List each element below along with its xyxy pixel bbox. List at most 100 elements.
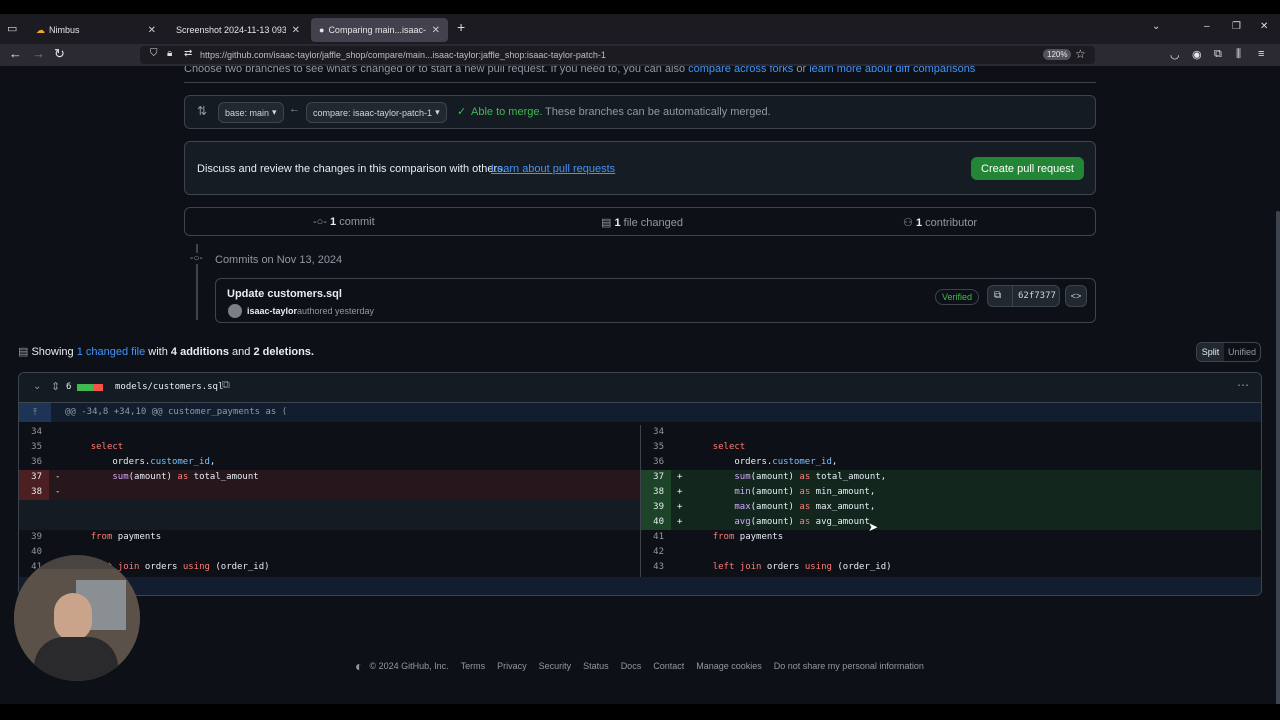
footer-link-cookies[interactable]: Manage cookies (696, 661, 762, 671)
expand-up-icon[interactable]: ⤒ (19, 403, 51, 422)
tab-comparing[interactable]: ● Comparing main...isaac-taylor ✕ (311, 18, 448, 42)
github-logo-icon[interactable]: ◐ (355, 658, 363, 674)
create-pr-box: Discuss and review the changes in this c… (184, 141, 1096, 195)
footer-link-do-not-share[interactable]: Do not share my personal information (774, 661, 924, 671)
close-icon[interactable]: ✕ (292, 25, 300, 36)
tab-list-icon[interactable]: ▭ (7, 22, 17, 35)
line-number[interactable]: 40 (19, 545, 49, 560)
line-number[interactable]: 36 (19, 455, 49, 470)
forward-arrow-icon[interactable]: → (32, 46, 45, 61)
line-number[interactable]: 39 (641, 500, 671, 515)
compare-across-forks-link[interactable]: compare across forks (688, 66, 793, 75)
back-arrow-icon[interactable]: ← (9, 46, 22, 61)
chevron-down-icon[interactable]: ⌄ (1152, 21, 1160, 32)
minimize-icon[interactable]: – (1204, 21, 1210, 32)
footer-link-docs[interactable]: Docs (621, 661, 642, 671)
line-number[interactable]: 35 (19, 440, 49, 455)
commit-sha-link[interactable]: 62f7377 (1018, 291, 1056, 301)
compare-branch-label: compare: isaac-taylor-patch-1 (313, 107, 433, 118)
pocket-icon[interactable]: ◡ (1170, 48, 1180, 61)
expand-all-icon[interactable]: ⇕ (51, 380, 60, 393)
line-number[interactable]: 42 (641, 545, 671, 560)
file-diff: ⌄ ⇕ 6 models/customers.sql ⧉ ⋯ ⤒ @@ -34,… (18, 372, 1262, 596)
puzzle-icon[interactable]: ⧉ (1214, 48, 1222, 61)
avatar[interactable] (228, 304, 242, 318)
footer: ◐ © 2024 GitHub, Inc. Terms Privacy Secu… (355, 658, 924, 674)
browse-code-icon[interactable]: <> (1065, 285, 1087, 307)
footer-link-privacy[interactable]: Privacy (497, 661, 527, 671)
tab-label: Comparing main...isaac-taylor (328, 25, 425, 35)
line-number[interactable]: 41 (641, 530, 671, 545)
library-icon[interactable]: ⫼ (1236, 48, 1241, 61)
menu-icon[interactable]: ≡ (1258, 48, 1264, 60)
kebab-menu-icon[interactable]: ⋯ (1237, 378, 1249, 392)
footer-link-contact[interactable]: Contact (653, 661, 684, 671)
diffstat-line: ▤ Showing 1 changed file with 4 addition… (18, 345, 314, 358)
create-pull-request-button[interactable]: Create pull request (971, 157, 1084, 180)
bookmark-star-icon[interactable]: ☆ (1075, 47, 1086, 61)
line-number[interactable]: 37 (641, 470, 671, 485)
commits-count: 1 (330, 216, 337, 228)
compare-arrows-icon: ⇅ (197, 104, 208, 118)
tab-screenshot[interactable]: Screenshot 2024-11-13 093741.png ✕ (168, 18, 308, 42)
verified-badge[interactable]: Verified (935, 289, 980, 305)
line-number[interactable]: 38 (641, 485, 671, 500)
commits-summary[interactable]: -○- 1 commit (313, 216, 375, 228)
code-line: sum(amount) as total_amount (112, 472, 259, 482)
copy-icon[interactable]: ⧉ (994, 290, 1001, 301)
files-summary[interactable]: ▤ 1 file changed (601, 216, 683, 229)
footer-link-status[interactable]: Status (583, 661, 609, 671)
close-icon[interactable]: ✕ (148, 25, 156, 36)
window-bottom-bar (0, 704, 1280, 720)
close-icon[interactable]: ✕ (432, 25, 440, 36)
line-number[interactable]: 40 (641, 515, 671, 530)
diff-row: 41 from payments (641, 530, 1261, 545)
line-number[interactable]: 37 (19, 470, 49, 485)
hunk-header: ⤒ @@ -34,8 +34,10 @@ customer_payments a… (19, 403, 1261, 422)
footer-link-terms[interactable]: Terms (461, 661, 486, 671)
diff-row: 34 (641, 425, 1261, 440)
line-number[interactable]: 34 (641, 425, 671, 440)
learn-diff-link[interactable]: learn more about diff comparisons (809, 66, 975, 75)
close-window-icon[interactable]: ✕ (1260, 21, 1268, 32)
zoom-level[interactable]: 120% (1043, 49, 1072, 60)
code-line: orders.customer_id, (691, 457, 838, 467)
scrollbar-thumb[interactable] (1276, 211, 1280, 720)
tab-nimbus[interactable]: ☁ Nimbus ✕ (28, 18, 164, 42)
line-number[interactable]: 39 (19, 530, 49, 545)
contributors-label: contributor (925, 217, 978, 229)
changed-files-link[interactable]: 1 changed file (77, 346, 146, 358)
line-number[interactable]: 38 (19, 485, 49, 500)
diff-row (19, 515, 640, 530)
tab-bar: ▭ ☁ Nimbus ✕ Screenshot 2024-11-13 09374… (0, 14, 1280, 44)
new-tab-button[interactable]: + (457, 19, 465, 35)
learn-pr-link[interactable]: Learn about pull requests (491, 163, 615, 175)
summary-bar: -○- 1 commit ▤ 1 file changed ⚇ 1 contri… (184, 207, 1096, 236)
diff-row: 40 + avg(amount) as avg_amount (641, 515, 1261, 530)
chevron-down-icon[interactable]: ⌄ (33, 381, 41, 392)
line-number[interactable]: 36 (641, 455, 671, 470)
base-branch-select[interactable]: base: main ▾ (218, 102, 284, 123)
unified-view-button[interactable]: Unified (1224, 343, 1260, 361)
addition-marker: + (677, 517, 683, 527)
line-number[interactable]: 34 (19, 425, 49, 440)
reload-icon[interactable]: ↻ (54, 46, 65, 62)
extension-icon[interactable]: ◉ (1192, 48, 1202, 61)
line-number[interactable] (19, 515, 49, 530)
page-scrollbar[interactable] (1276, 66, 1280, 720)
split-view-button[interactable]: Split (1197, 343, 1224, 361)
commit-title-link[interactable]: Update customers.sql (227, 288, 342, 300)
base-branch-label: base: main (225, 107, 270, 118)
copy-path-icon[interactable]: ⧉ (222, 379, 230, 392)
line-number[interactable]: 43 (641, 560, 671, 575)
commit-author-link[interactable]: isaac-taylor (247, 306, 297, 316)
url-bar[interactable]: ⛉ 🔒︎ ⇄ https://github.com/isaac-taylor/j… (140, 46, 1095, 64)
line-number[interactable]: 35 (641, 440, 671, 455)
restore-icon[interactable]: ❐ (1232, 21, 1241, 32)
footer-link-security[interactable]: Security (539, 661, 572, 671)
file-name-link[interactable]: models/customers.sql (115, 382, 223, 392)
contributors-summary[interactable]: ⚇ 1 contributor (903, 216, 977, 229)
compare-branch-select[interactable]: compare: isaac-taylor-patch-1 ▾ (306, 102, 447, 123)
line-number[interactable] (19, 500, 49, 515)
expand-down-row[interactable] (19, 577, 1261, 595)
